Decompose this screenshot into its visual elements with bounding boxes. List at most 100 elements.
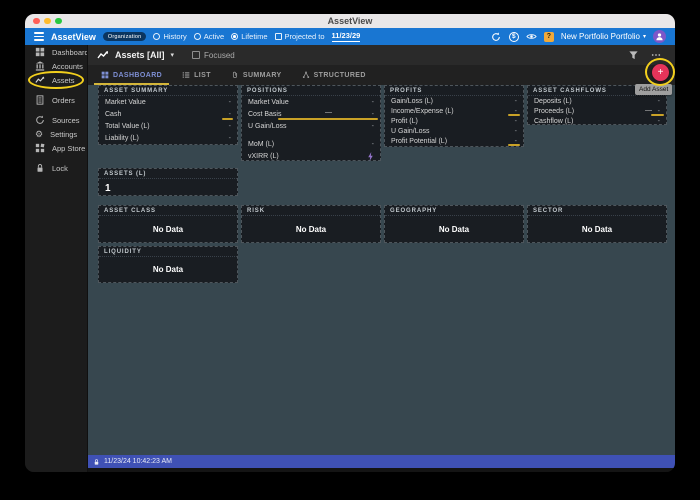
list-icon [182,72,190,78]
projected-date-link[interactable]: 11/23/29 [331,31,361,42]
add-asset-button[interactable]: + [652,64,669,81]
projected-to-checkbox[interactable] [274,33,282,40]
tab-structured[interactable]: STRUCTURED [293,65,375,85]
window-title: AssetView [327,16,373,26]
card-title: GEOGRAPHY [385,206,523,216]
card-title: RISK [242,206,380,216]
radio-active-label: Active [203,32,225,41]
card-positions: POSITIONS Market Value - Cost Basis — - … [241,85,381,161]
asset-scope-selector[interactable]: Assets [All] [115,50,165,60]
projected-to-checkbox-group[interactable]: Projected to [274,32,325,41]
dashboard-grid-icon [35,47,45,57]
bolt-icon [368,151,373,161]
card-profits: PROFITS Gain/Loss (L) - Income/Expense (… [384,85,524,147]
mid-dash: — [325,109,332,116]
sync-icon [36,115,44,124]
sidebar-item-sources[interactable]: Sources [25,113,87,127]
filter-icon[interactable] [628,50,639,61]
plus-icon: + [657,67,664,78]
help-glyph: ? [546,33,551,40]
asset-header-bar: Assets [All] ▾ Focused ⋯ [88,45,675,65]
help-icon[interactable]: ? [543,31,554,42]
chevron-down-icon: ▾ [642,34,646,40]
summary-row-liability: Liability (L) - [105,134,231,142]
radio-lifetime-label: Lifetime [241,32,268,41]
sidebar-item-orders[interactable]: Orders [25,93,87,107]
status-timestamp: 11/23/24 10:42:23 AM [104,458,172,465]
tab-list[interactable]: LIST [173,65,220,85]
apps-icon [35,143,45,153]
eye-icon[interactable] [526,31,537,42]
tab-dashboard-label: DASHBOARD [113,71,163,79]
structured-icon [302,71,309,78]
no-data-label: No Data [152,224,184,234]
profits-row-u-gain-loss: U Gain/Loss - [391,127,517,135]
sidebar-label-lock: Lock [52,163,68,173]
trend-icon [97,51,109,59]
tab-summary[interactable]: SUMMARY [222,65,291,85]
sidebar-item-lock[interactable]: Lock [25,161,87,175]
lock-icon [37,164,43,172]
add-asset-tooltip: Add Asset [635,84,673,95]
cashflows-row-deposits: Deposits (L) - [534,97,660,105]
cashflows-row-proceeds: Proceeds (L) — - [528,106,666,116]
radio-active-circle[interactable] [193,33,201,40]
no-data-label: No Data [152,265,184,274]
card-title: POSITIONS [242,86,380,96]
card-liquidity: LIQUIDITY No Data [98,246,238,283]
positions-row-vxirr: vXIRR (L) [242,150,380,162]
card-sector: SECTOR No Data [527,205,667,243]
sidebar-item-assets[interactable]: Assets [25,73,87,87]
receipt-icon [36,95,44,105]
app-toolbar: AssetView Organization History Active Li… [25,28,675,45]
summary-row-cash: Cash - [99,108,237,120]
main-panel: Assets [All] ▾ Focused ⋯ DASHBOARD LIST … [87,45,675,472]
profits-row-profit: Profit (L) - [391,117,517,125]
tab-dashboard[interactable]: DASHBOARD [92,65,171,85]
card-title: PROFITS [385,86,523,96]
summary-row-market-value: Market Value - [105,98,231,106]
status-bar: 11/23/24 10:42:23 AM [88,455,675,468]
portfolio-selector[interactable]: New Portfolio Portfolio ▾ [561,32,646,41]
sidebar: Dashboard Accounts Assets Orders Sources… [25,45,89,472]
radio-history-circle[interactable] [153,33,161,40]
sidebar-label-settings: Settings [50,129,78,139]
radio-active[interactable]: Active [193,32,225,41]
sidebar-item-settings[interactable]: ⚙ Settings [25,127,87,141]
sidebar-item-app-store[interactable]: App Store [25,141,87,155]
paperclip-icon [232,71,237,78]
sidebar-label-dashboard: Dashboard [52,47,89,57]
tab-bar: DASHBOARD LIST SUMMARY STRUCTURED [88,65,675,85]
focused-checkbox-group[interactable]: Focused [192,51,235,60]
no-data-label: No Data [438,224,470,234]
refresh-icon[interactable] [491,31,502,42]
yellow-underline [508,144,520,146]
focused-checkbox[interactable] [192,51,201,59]
app-window: AssetView AssetView Organization History… [25,14,675,472]
more-icon[interactable]: ⋯ [651,50,662,61]
app-name: AssetView [51,31,96,42]
sidebar-label-app-store: App Store [52,143,86,153]
card-title: SECTOR [528,206,666,216]
menu-icon[interactable] [34,32,44,41]
no-data-label: No Data [295,224,327,234]
sidebar-item-accounts[interactable]: Accounts [25,59,87,73]
radio-history-label: History [163,32,187,41]
tab-summary-label: SUMMARY [242,71,282,79]
sidebar-label-accounts: Accounts [52,61,83,71]
positions-row-cost-basis: Cost Basis — - [242,108,380,120]
trend-icon [35,76,45,83]
radio-lifetime[interactable]: Lifetime [231,32,268,41]
radio-history[interactable]: History [153,32,187,41]
currency-icon[interactable]: $ [508,31,519,42]
card-title: LIQUIDITY [99,247,237,257]
dashboard-grid-icon [101,71,109,79]
card-geography: GEOGRAPHY No Data [384,205,524,243]
radio-lifetime-circle[interactable] [231,33,239,40]
sidebar-item-dashboard[interactable]: Dashboard [25,45,89,59]
focused-label: Focused [204,50,235,60]
avatar[interactable] [653,30,666,43]
positions-row-market-value: Market Value - [248,98,374,106]
chevron-down-icon[interactable]: ▾ [171,51,175,59]
projected-to-label: Projected to [284,32,325,41]
